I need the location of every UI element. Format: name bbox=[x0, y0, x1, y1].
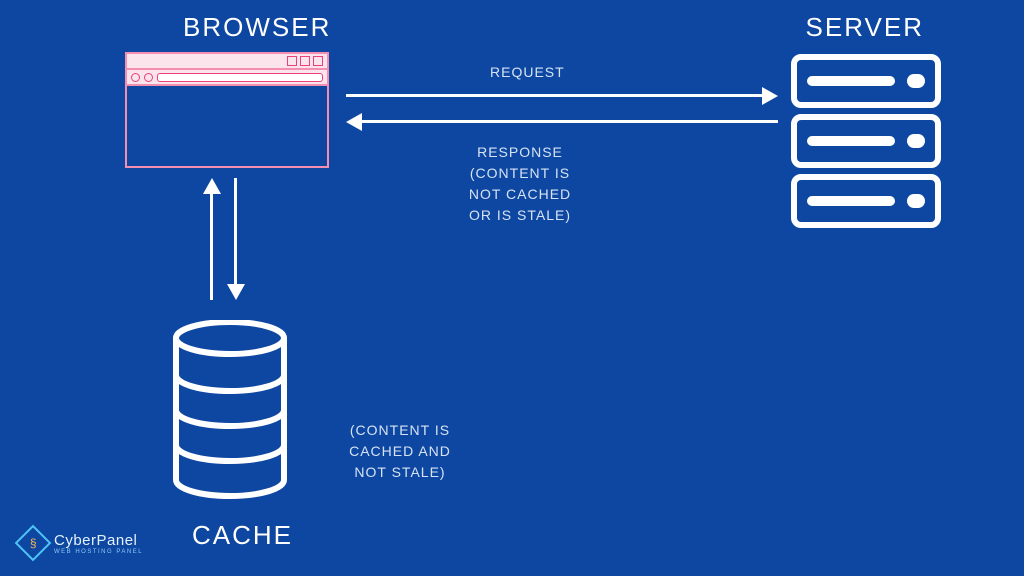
response-label: RESPONSE (CONTENT IS NOT CACHED OR IS ST… bbox=[460, 142, 580, 226]
server-title: SERVER bbox=[806, 12, 924, 43]
brand-name: CyberPanel bbox=[54, 532, 143, 549]
cache-database-icon bbox=[170, 320, 290, 500]
cache-title: CACHE bbox=[192, 520, 293, 551]
arrow-response bbox=[360, 120, 778, 123]
brand-logo-icon: § bbox=[15, 525, 52, 562]
brand-tagline: WEB HOSTING PANEL bbox=[54, 549, 143, 555]
arrow-request bbox=[346, 94, 764, 97]
request-label: REQUEST bbox=[490, 62, 565, 83]
server-rack-icon bbox=[791, 54, 941, 234]
browser-title: BROWSER bbox=[183, 12, 331, 43]
brand-logo: § CyberPanel WEB HOSTING PANEL bbox=[20, 530, 143, 556]
arrow-cache-down bbox=[234, 178, 237, 286]
arrow-cache-up bbox=[210, 192, 213, 300]
cache-hit-label: (CONTENT IS CACHED AND NOT STALE) bbox=[340, 420, 460, 483]
browser-window-icon bbox=[125, 52, 329, 168]
